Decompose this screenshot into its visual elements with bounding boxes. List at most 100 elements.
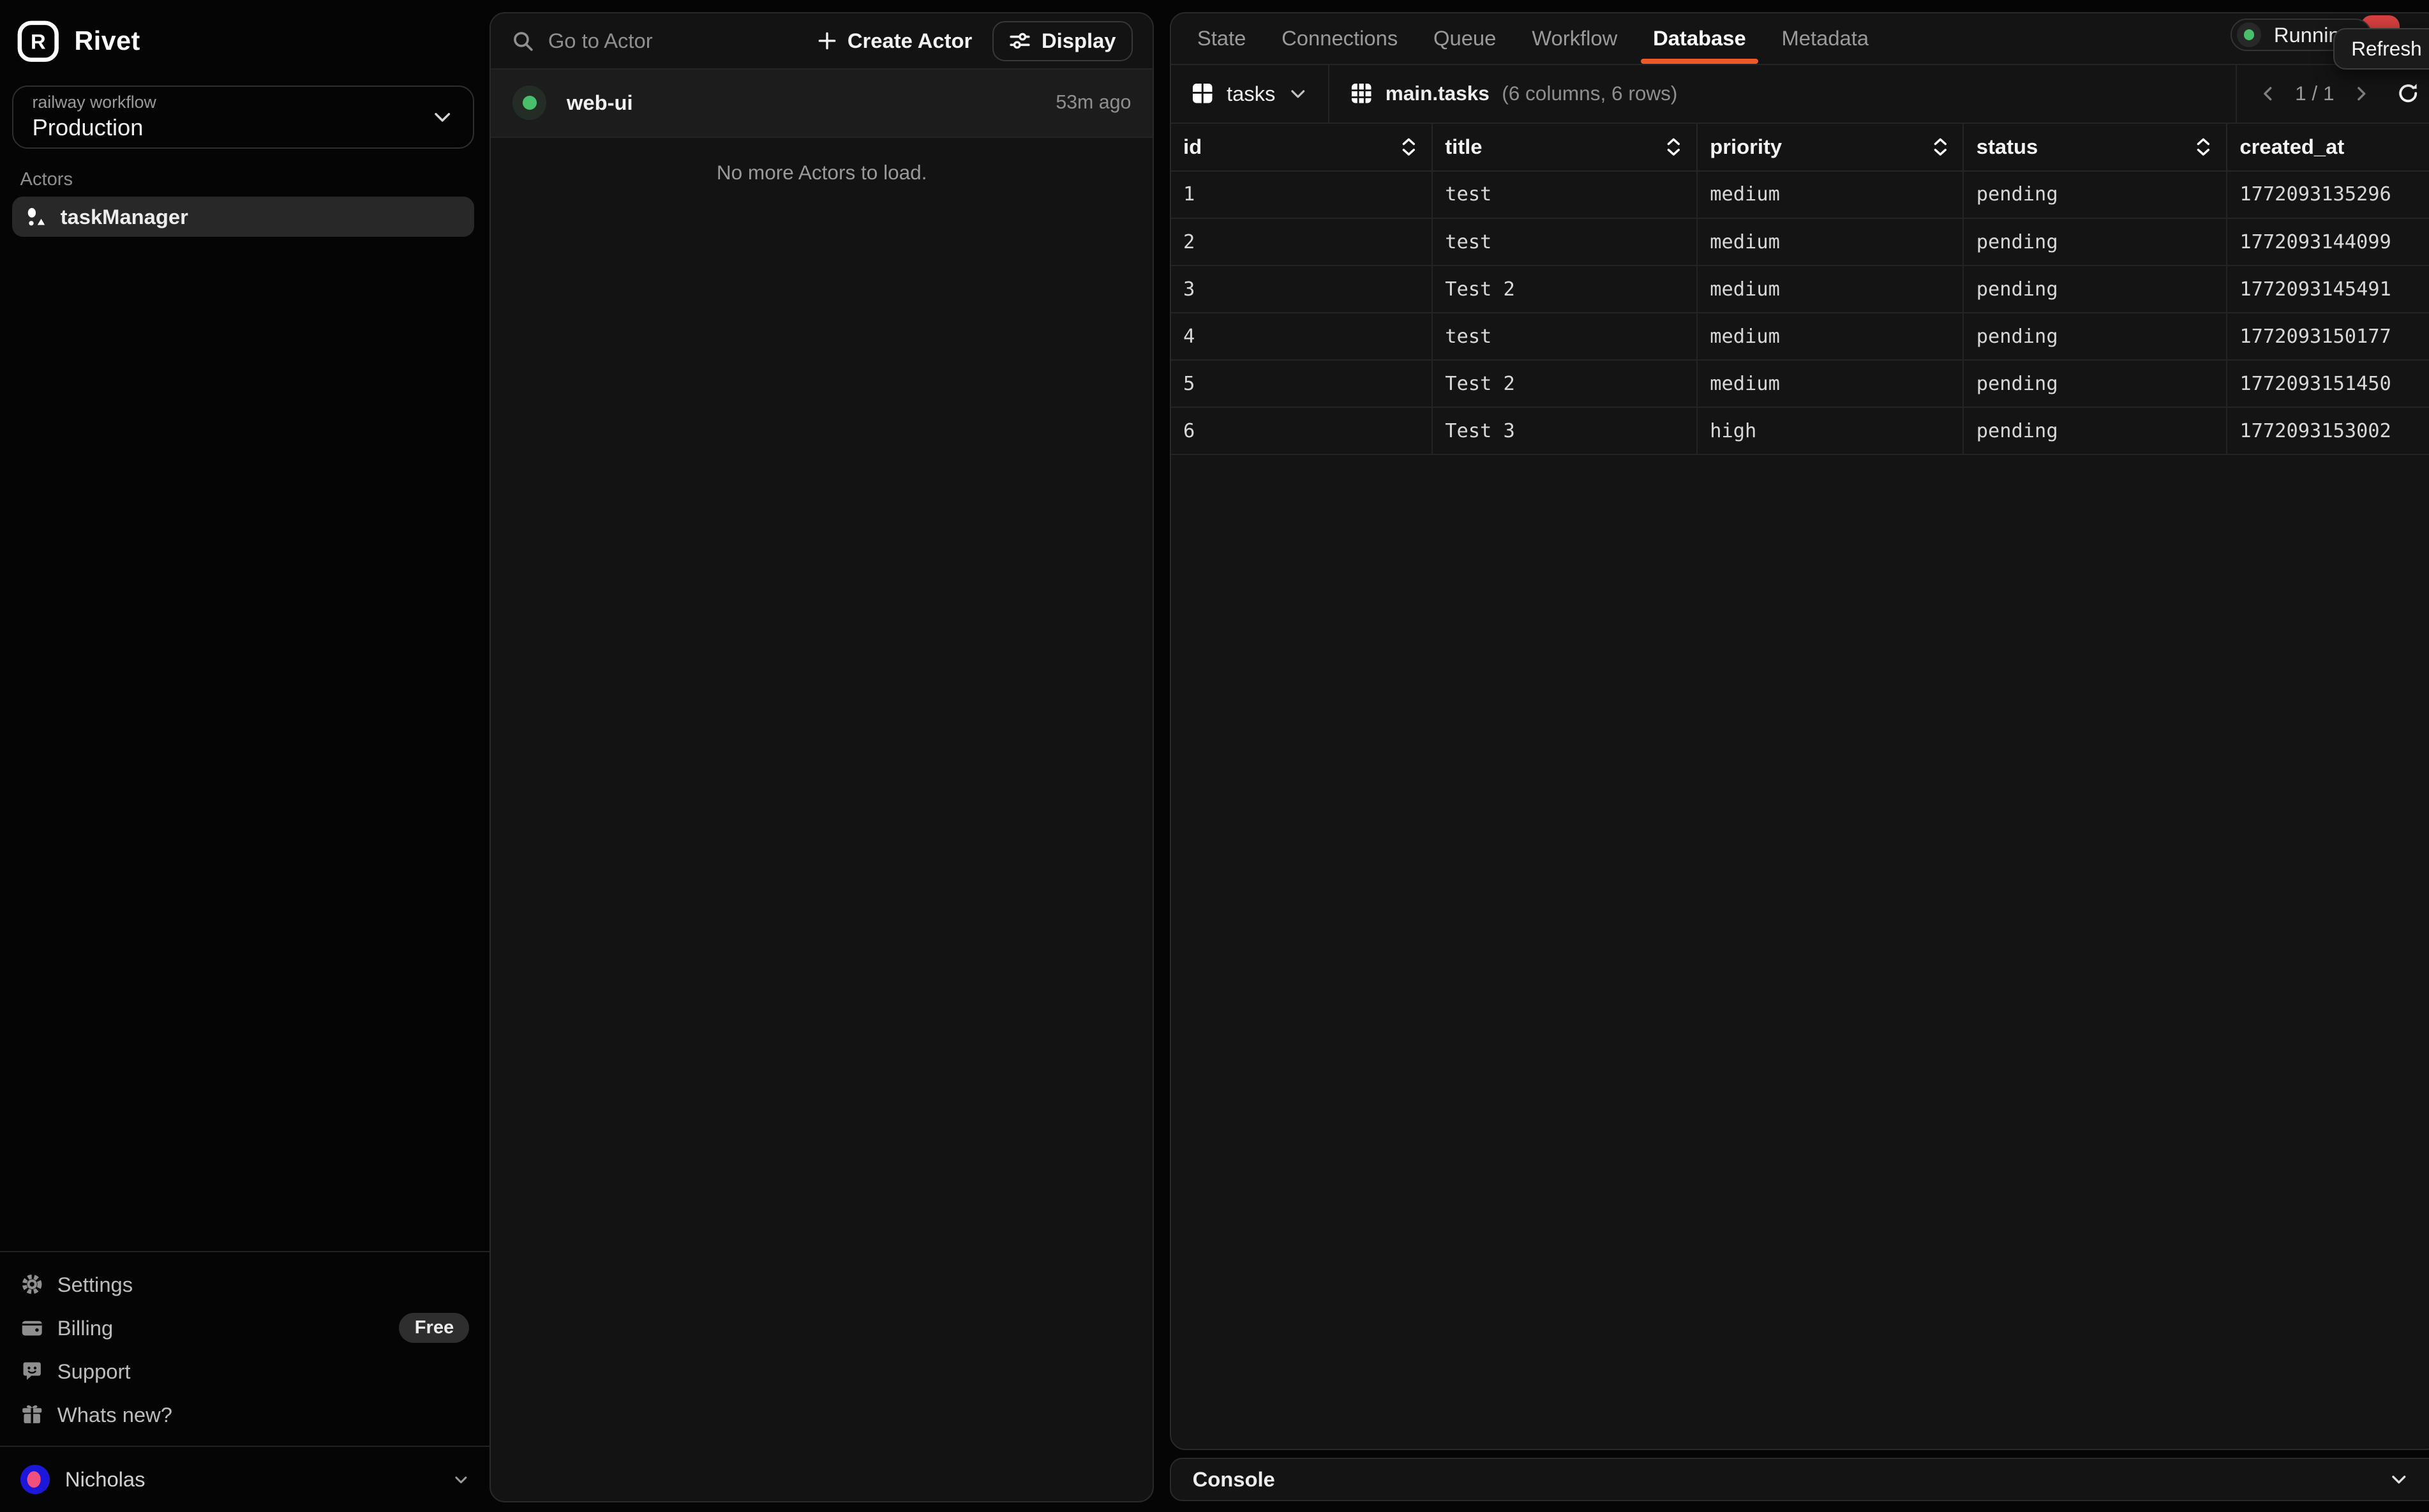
svg-text:R: R bbox=[31, 29, 46, 53]
cell-created-at[interactable]: 1772093150177 bbox=[2227, 313, 2429, 359]
cell-title[interactable]: test bbox=[1433, 313, 1698, 359]
column-label: priority bbox=[1710, 135, 1782, 159]
column-label: title bbox=[1445, 135, 1482, 159]
cell-id[interactable]: 2 bbox=[1171, 219, 1433, 265]
cell-created-at[interactable]: 1772093135296 bbox=[2227, 172, 2429, 218]
table-row[interactable]: 6 Test 3 high pending 1772093153002 bbox=[1171, 408, 2429, 455]
column-label: created_at bbox=[2239, 135, 2344, 159]
cell-priority[interactable]: medium bbox=[1698, 172, 1964, 218]
tab-state[interactable]: State bbox=[1197, 13, 1246, 63]
cell-title[interactable]: test bbox=[1433, 219, 1698, 265]
brand-name: Rivet bbox=[74, 26, 140, 56]
console-bar[interactable]: Console bbox=[1170, 1458, 2429, 1501]
table-selector-dropdown[interactable]: tasks bbox=[1171, 65, 1328, 123]
app-root: R Rivet railway workflow Production Acto… bbox=[0, 0, 2429, 1512]
cell-status[interactable]: pending bbox=[1964, 266, 2227, 312]
column-header-priority[interactable]: priority bbox=[1698, 124, 1964, 170]
cell-status[interactable]: pending bbox=[1964, 361, 2227, 407]
cell-priority[interactable]: high bbox=[1698, 408, 1964, 454]
cell-title[interactable]: Test 3 bbox=[1433, 408, 1698, 454]
sidebar-item-taskmanager[interactable]: taskManager bbox=[12, 197, 474, 237]
brand-logo[interactable]: R Rivet bbox=[0, 0, 490, 62]
sidebar-item-label: Support bbox=[57, 1359, 131, 1384]
chevron-down-icon bbox=[1288, 84, 1308, 104]
column-header-title[interactable]: title bbox=[1433, 124, 1698, 170]
chevron-down-icon bbox=[431, 105, 454, 128]
cell-title[interactable]: Test 2 bbox=[1433, 361, 1698, 407]
tab-database[interactable]: Database bbox=[1653, 13, 1746, 63]
actor-list-panel: Create Actor Display web-ui 53m ago No m… bbox=[490, 12, 1154, 1502]
support-chat-icon bbox=[20, 1359, 43, 1382]
chevron-left-icon bbox=[2258, 84, 2278, 104]
wallet-icon bbox=[20, 1316, 43, 1339]
cell-priority[interactable]: medium bbox=[1698, 219, 1964, 265]
sidebar-item-label: Whats new? bbox=[57, 1403, 172, 1427]
sort-icon[interactable] bbox=[1400, 135, 1417, 158]
page-indicator: 1 / 1 bbox=[2295, 82, 2334, 105]
column-header-id[interactable]: id bbox=[1171, 124, 1433, 170]
gear-icon bbox=[20, 1273, 43, 1296]
cell-id[interactable]: 6 bbox=[1171, 408, 1433, 454]
sidebar-item-support[interactable]: Support bbox=[0, 1350, 490, 1393]
cell-status[interactable]: pending bbox=[1964, 172, 2227, 218]
refresh-button[interactable] bbox=[2396, 82, 2419, 105]
tab-metadata[interactable]: Metadata bbox=[1782, 13, 1869, 63]
table-row[interactable]: 5 Test 2 medium pending 1772093151450 bbox=[1171, 361, 2429, 408]
tab-connections[interactable]: Connections bbox=[1282, 13, 1398, 63]
console-expand-button[interactable] bbox=[2389, 1469, 2409, 1490]
project-selector[interactable]: railway workflow Production bbox=[12, 86, 474, 149]
sort-icon[interactable] bbox=[1665, 135, 1682, 158]
cell-created-at[interactable]: 1772093151450 bbox=[2227, 361, 2429, 407]
table-row[interactable]: 2 test medium pending 1772093144099 bbox=[1171, 219, 2429, 266]
search-input[interactable] bbox=[548, 29, 765, 53]
create-actor-button[interactable]: Create Actor bbox=[816, 29, 972, 53]
cell-title[interactable]: Test 2 bbox=[1433, 266, 1698, 312]
table-name: main.tasks bbox=[1386, 82, 1490, 105]
table-row[interactable]: 1 test medium pending 1772093135296 bbox=[1171, 172, 2429, 219]
cell-id[interactable]: 1 bbox=[1171, 172, 1433, 218]
status-online-dot bbox=[523, 96, 537, 110]
prev-page-button[interactable] bbox=[2258, 84, 2278, 104]
cell-status[interactable]: pending bbox=[1964, 219, 2227, 265]
tab-queue[interactable]: Queue bbox=[1433, 13, 1496, 63]
sidebar-item-settings[interactable]: Settings bbox=[0, 1263, 490, 1306]
sliders-icon bbox=[1009, 30, 1031, 52]
grid-icon bbox=[1350, 82, 1373, 105]
cell-id[interactable]: 4 bbox=[1171, 313, 1433, 359]
table-meta: (6 columns, 6 rows) bbox=[1502, 82, 1677, 105]
table-row[interactable]: 4 test medium pending 1772093150177 bbox=[1171, 313, 2429, 361]
sidebar-item-billing[interactable]: Billing Free bbox=[0, 1306, 490, 1350]
column-label: id bbox=[1183, 135, 1202, 159]
cell-status[interactable]: pending bbox=[1964, 313, 2227, 359]
create-actor-label: Create Actor bbox=[848, 29, 972, 53]
cell-created-at[interactable]: 1772093153002 bbox=[2227, 408, 2429, 454]
sort-icon[interactable] bbox=[1932, 135, 1949, 158]
table-header-row: id title priority status created_at bbox=[1171, 124, 2429, 172]
cell-created-at[interactable]: 1772093144099 bbox=[2227, 219, 2429, 265]
column-label: status bbox=[1977, 135, 2038, 159]
cell-status[interactable]: pending bbox=[1964, 408, 2227, 454]
cell-created-at[interactable]: 1772093145491 bbox=[2227, 266, 2429, 312]
tab-workflow[interactable]: Workflow bbox=[1532, 13, 1617, 63]
cell-id[interactable]: 3 bbox=[1171, 266, 1433, 312]
actor-row-web-ui[interactable]: web-ui 53m ago bbox=[491, 70, 1153, 138]
actor-search[interactable] bbox=[511, 29, 817, 53]
column-header-status[interactable]: status bbox=[1964, 124, 2227, 170]
actor-detail-panel: State Connections Queue Workflow Databas… bbox=[1170, 12, 2429, 1450]
cell-title[interactable]: test bbox=[1433, 172, 1698, 218]
table-icon bbox=[1191, 82, 1214, 105]
display-button[interactable]: Display bbox=[992, 21, 1133, 61]
user-menu[interactable]: Nicholas bbox=[0, 1447, 490, 1512]
sidebar-item-whats-new[interactable]: Whats new? bbox=[0, 1393, 490, 1437]
next-page-button[interactable] bbox=[2351, 84, 2372, 104]
cell-priority[interactable]: medium bbox=[1698, 361, 1964, 407]
plan-badge: Free bbox=[399, 1313, 469, 1344]
pagination: 1 / 1 bbox=[2237, 65, 2429, 123]
cell-priority[interactable]: medium bbox=[1698, 313, 1964, 359]
cell-priority[interactable]: medium bbox=[1698, 266, 1964, 312]
column-header-created-at[interactable]: created_at bbox=[2227, 124, 2429, 170]
sort-icon[interactable] bbox=[2195, 135, 2212, 158]
table-row[interactable]: 3 Test 2 medium pending 1772093145491 bbox=[1171, 266, 2429, 313]
cell-id[interactable]: 5 bbox=[1171, 361, 1433, 407]
chevron-down-icon bbox=[2389, 1469, 2409, 1490]
